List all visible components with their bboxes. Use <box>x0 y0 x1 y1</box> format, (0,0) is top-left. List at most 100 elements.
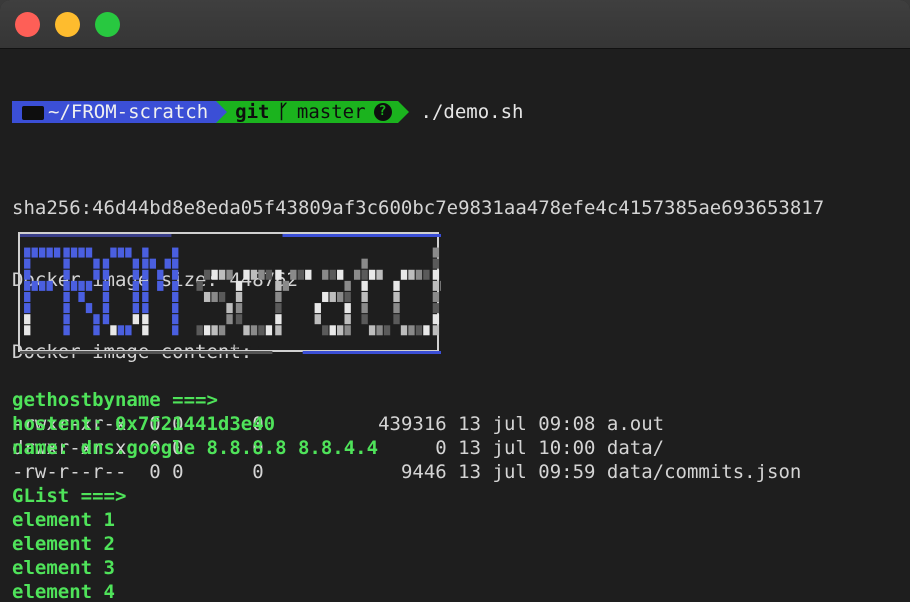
banner-pixel <box>243 325 250 336</box>
banner-pixel <box>102 280 110 291</box>
banner-pixel <box>329 269 336 280</box>
minimize-window-button[interactable] <box>55 12 80 37</box>
banner-pixel <box>63 247 70 258</box>
banner-pixel <box>24 269 31 280</box>
banner-art: FROM scratch <box>20 234 441 354</box>
banner-pixel <box>102 291 110 302</box>
banner-pixel <box>432 325 440 336</box>
banner-pixel <box>85 280 93 291</box>
banner-pixel <box>275 280 282 291</box>
banner-pixel <box>275 291 282 302</box>
banner-pixel <box>46 247 53 258</box>
banner-pixel <box>314 303 321 314</box>
banner-pixel <box>142 325 149 336</box>
banner-pixel <box>93 269 100 280</box>
banner-pixel <box>423 269 430 280</box>
banner-pixel <box>226 303 233 314</box>
banner-pixel <box>117 247 125 258</box>
banner-pixel <box>172 314 179 325</box>
banner-pixel <box>337 269 344 280</box>
banner-pixel <box>361 314 368 325</box>
banner-pixel <box>250 269 258 280</box>
banner-pixel <box>361 303 368 314</box>
banner-pixel <box>172 280 179 291</box>
file-day: 13 <box>458 413 493 435</box>
banner-pixel <box>235 291 243 302</box>
banner-pixel <box>218 269 226 280</box>
file-name: a.out <box>606 413 665 435</box>
banner-pixel <box>172 291 179 302</box>
banner-pixel <box>400 325 408 336</box>
banner-pixel <box>164 258 171 269</box>
banner-pixel <box>125 325 132 336</box>
hostent-line: hostent: 0x7f21441d3e40 <box>12 413 276 435</box>
banner-pixel <box>38 280 46 291</box>
banner-pixel <box>226 269 233 280</box>
banner-pixel <box>250 325 258 336</box>
maximize-window-button[interactable] <box>95 12 120 37</box>
file-name: data/commits.json <box>606 461 802 483</box>
banner-pixel <box>31 280 38 291</box>
banner-pixel <box>322 291 329 302</box>
banner-pixel <box>211 325 218 336</box>
banner-pixel <box>63 258 70 269</box>
banner-pixel <box>235 280 243 291</box>
banner-pixel <box>344 314 351 325</box>
banner-pixel <box>432 291 440 302</box>
banner-pixel <box>432 258 440 269</box>
banner-pixel <box>63 303 70 314</box>
banner-pixel <box>353 269 361 280</box>
banner-caption: FROM scratch <box>230 345 260 350</box>
banner-pixel <box>415 325 423 336</box>
glist-element: element 2 <box>12 533 115 555</box>
banner-pixel <box>132 280 140 291</box>
powerline-separator-end <box>397 101 409 123</box>
dns-name-line: name: dns.google 8.8.8.8 8.8.4.4 <box>12 437 379 459</box>
banner-pixel <box>24 291 31 302</box>
banner-pixel <box>361 269 368 280</box>
banner-pixel <box>53 247 61 258</box>
banner-pixel <box>132 258 140 269</box>
banner-pixel <box>63 314 70 325</box>
banner-pixel <box>361 280 368 291</box>
banner-pixel <box>172 258 179 269</box>
banner-pixel <box>38 247 46 258</box>
banner-pixel <box>78 247 85 258</box>
banner-pixel <box>432 280 440 291</box>
banner-pixel <box>63 325 70 336</box>
banner-pixel <box>368 269 376 280</box>
banner-pixel <box>282 280 290 291</box>
file-name: data/ <box>606 437 665 459</box>
banner-pixel <box>142 314 149 325</box>
banner-pixel <box>423 325 430 336</box>
banner-pixel <box>78 280 85 291</box>
banner-pixel <box>226 314 233 325</box>
banner-pixel <box>432 303 440 314</box>
banner-pixel <box>235 303 243 314</box>
banner-pixel <box>368 325 376 336</box>
prompt-directory: ~/FROM-scratch <box>48 101 209 123</box>
banner-pixel <box>305 269 312 280</box>
git-label: git <box>235 101 270 123</box>
file-month: jul <box>492 461 539 483</box>
banner-pixel <box>400 269 408 280</box>
banner-pixel <box>275 325 282 336</box>
file-time: 10:00 <box>538 437 607 459</box>
banner-pixel <box>243 269 250 280</box>
banner-pixel <box>218 325 226 336</box>
program-output: gethostbyname ===> hostent: 0x7f21441d3e… <box>12 388 378 602</box>
banner-pixel <box>24 314 31 325</box>
banner-pixel <box>393 291 400 302</box>
banner-pixel <box>24 247 31 258</box>
banner-pixel <box>265 269 273 280</box>
banner-pixel <box>31 247 38 258</box>
banner-pixel <box>329 325 336 336</box>
banner-pixel <box>432 269 440 280</box>
banner-pixel <box>432 247 440 258</box>
banner-pixel <box>432 314 440 325</box>
banner-pixel <box>63 280 70 291</box>
banner-pixel <box>408 325 415 336</box>
close-window-button[interactable] <box>15 12 40 37</box>
banner-pixel <box>70 247 78 258</box>
banner-pixel <box>440 280 441 291</box>
